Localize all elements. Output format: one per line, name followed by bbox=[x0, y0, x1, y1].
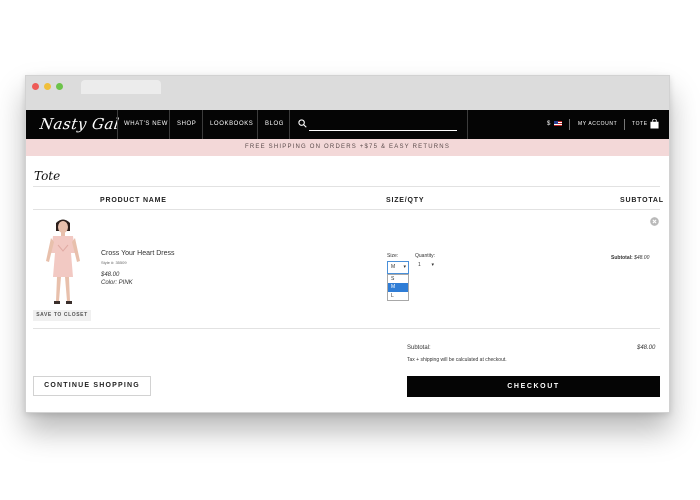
browser-chrome bbox=[26, 76, 669, 110]
summary-subtotal-value: $48.00 bbox=[637, 345, 656, 351]
divider bbox=[33, 209, 660, 210]
summary-subtotal-label: Subtotal: bbox=[407, 345, 431, 351]
size-label: Size: bbox=[387, 253, 399, 259]
save-to-closet-button[interactable]: SAVE TO CLOSET bbox=[33, 310, 91, 321]
item-subtotal: Subtotal: $48.00 bbox=[611, 255, 649, 261]
nav-divider bbox=[569, 119, 570, 130]
close-window-dot[interactable] bbox=[32, 83, 39, 90]
nav-divider bbox=[289, 110, 290, 139]
browser-tab[interactable] bbox=[81, 80, 161, 94]
flag-icon[interactable] bbox=[554, 121, 562, 126]
nav-divider bbox=[202, 110, 203, 139]
site-logo[interactable]: Nasty Gal bbox=[39, 115, 121, 133]
size-dropdown-list: S M L bbox=[387, 274, 409, 301]
tote-link[interactable]: TOTE bbox=[632, 121, 648, 127]
nav-divider bbox=[467, 110, 468, 139]
column-header-subtotal: SUBTOTAL bbox=[620, 197, 664, 204]
search-icon[interactable] bbox=[298, 119, 307, 128]
currency-selector[interactable]: $ bbox=[547, 121, 550, 127]
quantity-value: 1 bbox=[418, 262, 421, 268]
column-header-size-qty: SIZE/QTY bbox=[386, 197, 425, 204]
checkout-button[interactable]: CHECKOUT bbox=[407, 376, 660, 397]
nav-link-lookbooks[interactable]: LOOKBOOKS bbox=[210, 121, 253, 127]
quantity-label: Quantity: bbox=[415, 253, 436, 259]
divider bbox=[33, 186, 660, 187]
promo-banner: FREE SHIPPING ON ORDERS +$75 & EASY RETU… bbox=[26, 139, 669, 156]
product-style-number: Style #: 35509 bbox=[101, 260, 127, 265]
quantity-select[interactable]: 1 ▾ bbox=[418, 262, 436, 272]
product-image[interactable] bbox=[38, 217, 88, 307]
size-option-m[interactable]: M bbox=[388, 283, 408, 292]
nav-divider bbox=[257, 110, 258, 139]
remove-item-icon[interactable] bbox=[650, 217, 659, 226]
maximize-window-dot[interactable] bbox=[56, 83, 63, 90]
nav-link-shop[interactable]: SHOP bbox=[177, 121, 196, 127]
nav-link-blog[interactable]: BLOG bbox=[265, 121, 284, 127]
site-nav: Nasty Gal WHAT'S NEW SHOP LOOKBOOKS BLOG… bbox=[26, 110, 669, 139]
size-option-s[interactable]: S bbox=[388, 275, 408, 283]
search-input[interactable] bbox=[309, 130, 457, 131]
browser-window: Nasty Gal WHAT'S NEW SHOP LOOKBOOKS BLOG… bbox=[25, 75, 670, 413]
nav-link-whats-new[interactable]: WHAT'S NEW bbox=[124, 121, 168, 127]
tax-shipping-note: Tax + shipping will be calculated at che… bbox=[407, 357, 507, 363]
item-subtotal-label: Subtotal: bbox=[611, 255, 633, 261]
page-title: Tote bbox=[34, 169, 61, 183]
product-color: Color: PINK bbox=[101, 280, 133, 286]
nav-divider bbox=[117, 110, 118, 139]
chevron-down-icon: ▾ bbox=[431, 262, 434, 268]
item-subtotal-value: $48.00 bbox=[634, 255, 650, 261]
divider bbox=[33, 328, 660, 329]
chevron-down-icon: ▾ bbox=[403, 264, 406, 270]
size-option-l[interactable]: L bbox=[388, 292, 408, 300]
size-select-value: M bbox=[391, 264, 396, 270]
minimize-window-dot[interactable] bbox=[44, 83, 51, 90]
nav-divider bbox=[624, 119, 625, 130]
size-select[interactable]: M ▾ bbox=[387, 261, 409, 274]
column-header-product: PRODUCT NAME bbox=[100, 197, 167, 204]
my-account-link[interactable]: MY ACCOUNT bbox=[578, 121, 617, 127]
product-price: $48.00 bbox=[101, 272, 120, 278]
product-name-link[interactable]: Cross Your Heart Dress bbox=[101, 250, 175, 257]
bag-icon[interactable] bbox=[650, 119, 659, 129]
nav-divider bbox=[169, 110, 170, 139]
continue-shopping-button[interactable]: CONTINUE SHOPPING bbox=[33, 376, 151, 396]
